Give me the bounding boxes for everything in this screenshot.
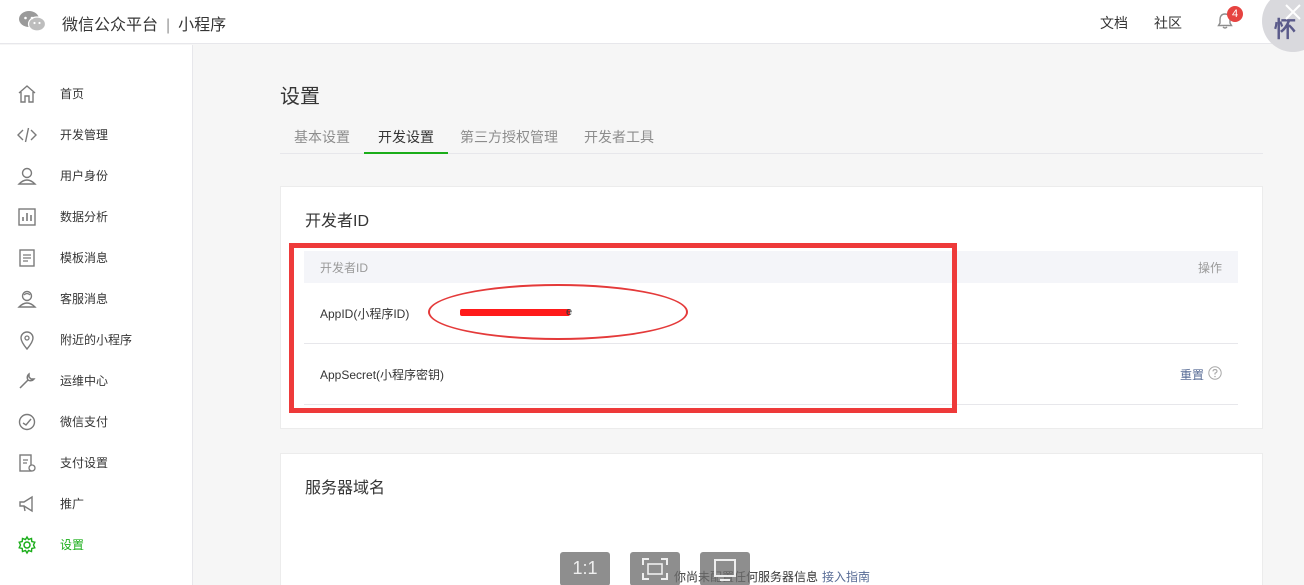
gear-icon (18, 535, 36, 554)
sidebar: 首页 开发管理 用户身份 数据分析 模板消息 客服消息 附近的小程序 运维中心 … (0, 45, 193, 585)
sidebar-item-label: 首页 (60, 87, 85, 101)
chart-icon (18, 207, 36, 226)
server-domain-title: 服务器域名 (305, 480, 386, 497)
wrench-icon (19, 371, 36, 389)
server-domain-card: 服务器域名 (280, 453, 1263, 585)
help-icon[interactable] (1208, 366, 1222, 380)
sidebar-item-payment-settings[interactable]: 支付设置 (0, 442, 193, 483)
viewer-fullscreen-button[interactable] (700, 552, 750, 585)
tab-dev-settings[interactable]: 开发设置 (364, 121, 448, 154)
viewer-fit-button[interactable] (630, 552, 680, 585)
brand-name: 微信公众平台 (62, 17, 159, 34)
fullscreen-icon (714, 559, 736, 581)
reset-secret-link[interactable]: 重置 (1180, 366, 1204, 383)
close-icon[interactable] (1283, 2, 1303, 22)
notification-badge: 4 (1227, 6, 1243, 22)
column-action: 操作 (1197, 261, 1222, 275)
settings-tabs: 基本设置 开发设置 第三方授权管理 开发者工具 (280, 121, 1263, 154)
megaphone-icon (19, 495, 33, 512)
sidebar-item-label: 微信支付 (60, 415, 109, 429)
home-icon (18, 84, 36, 103)
sidebar-item-home[interactable]: 首页 (0, 73, 193, 114)
brand-product: 小程序 (178, 17, 227, 34)
sidebar-item-label: 附近的小程序 (60, 333, 133, 347)
sidebar-item-customer-service[interactable]: 客服消息 (0, 278, 193, 319)
sidebar-item-dev-management[interactable]: 开发管理 (0, 114, 193, 155)
sidebar-item-label: 运维中心 (60, 374, 109, 388)
brand-title[interactable]: 微信公众平台 | 小程序 (62, 11, 226, 35)
document-icon (19, 248, 35, 267)
sidebar-item-label: 推广 (60, 497, 85, 511)
annotation-rectangle (289, 243, 957, 413)
sidebar-item-data-analysis[interactable]: 数据分析 (0, 196, 193, 237)
sidebar-item-nearby-miniprogram[interactable]: 附近的小程序 (0, 319, 193, 360)
sidebar-item-user-identity[interactable]: 用户身份 (0, 155, 193, 196)
sidebar-item-template-messages[interactable]: 模板消息 (0, 237, 193, 278)
tab-developer-tools[interactable]: 开发者工具 (570, 121, 668, 154)
tab-basic-settings[interactable]: 基本设置 (280, 121, 364, 154)
sidebar-item-label: 设置 (60, 538, 85, 552)
viewer-actual-size-button[interactable]: 1:1 (560, 552, 610, 585)
sidebar-item-label: 用户身份 (60, 169, 109, 183)
sidebar-item-label: 客服消息 (60, 292, 109, 306)
sidebar-item-wechat-pay[interactable]: 微信支付 (0, 401, 193, 442)
community-link[interactable]: 社区 (1154, 13, 1182, 33)
sidebar-item-label: 开发管理 (60, 128, 109, 142)
sidebar-item-promotion[interactable]: 推广 (0, 483, 193, 524)
top-bar: 微信公众平台 | 小程序 文档 社区 4 怀 (0, 0, 1304, 52)
sidebar-item-label: 支付设置 (60, 456, 109, 470)
user-icon (17, 167, 37, 185)
sidebar-item-label: 模板消息 (60, 251, 109, 265)
fit-screen-icon (642, 558, 668, 580)
payment-icon (18, 413, 36, 430)
sidebar-item-settings[interactable]: 设置 (0, 524, 193, 565)
brand-separator: | (166, 17, 171, 34)
tab-third-party-auth[interactable]: 第三方授权管理 (448, 121, 570, 154)
location-icon (20, 330, 34, 350)
customer-service-icon (17, 290, 37, 308)
payment-settings-icon (19, 453, 36, 472)
sidebar-item-operations[interactable]: 运维中心 (0, 360, 193, 401)
access-guide-link[interactable]: 接入指南 (822, 570, 870, 584)
developer-id-title: 开发者ID (305, 213, 370, 230)
sidebar-item-label: 数据分析 (60, 210, 109, 224)
docs-link[interactable]: 文档 (1100, 13, 1128, 33)
code-icon (17, 127, 37, 142)
page-title: 设置 (280, 86, 320, 108)
wechat-logo-icon[interactable] (18, 10, 46, 32)
